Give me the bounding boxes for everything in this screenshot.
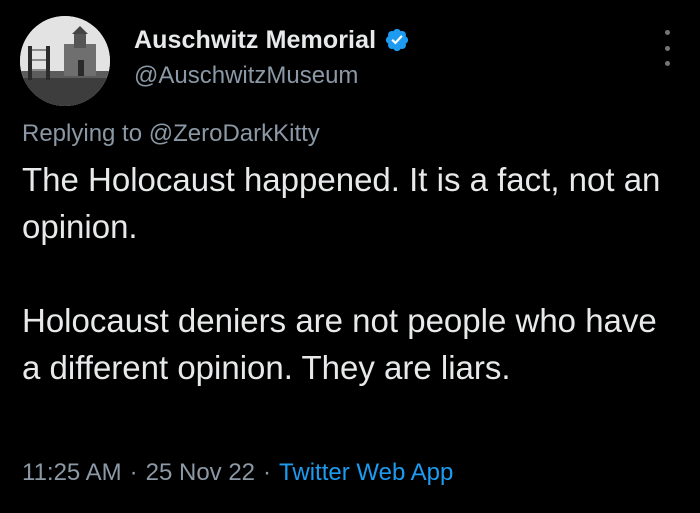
tweet-paragraph: Holocaust deniers are not people who hav… [22,302,657,386]
tweet-text: The Holocaust happened. It is a fact, no… [22,156,682,391]
tweet-paragraph: The Holocaust happened. It is a fact, no… [22,161,661,245]
author-names: Auschwitz Memorial @AuschwitzMuseum [134,22,410,90]
tweet-header: Auschwitz Memorial @AuschwitzMuseum [20,12,680,106]
tweet-time[interactable]: 11:25 AM [22,459,122,486]
avatar-image [20,16,110,106]
tweet-date[interactable]: 25 Nov 22 [146,459,255,486]
tweet-source-link[interactable]: Twitter Web App [279,459,453,486]
display-name-row: Auschwitz Memorial [134,22,410,58]
more-dot [664,45,670,51]
meta-separator: · [263,459,272,486]
replying-to: Replying to @ZeroDarkKitty [22,120,320,148]
verified-badge-icon [386,28,409,52]
avatar[interactable] [20,16,110,106]
author-handle[interactable]: @AuschwitzMuseum [134,62,410,90]
more-dot [664,30,670,35]
reply-to-handle-link[interactable]: @ZeroDarkKitty [149,120,320,147]
meta-separator: · [129,459,138,486]
tweet-meta: 11:25 AM · 25 Nov 22 · Twitter Web App [22,459,453,487]
more-options-icon[interactable] [662,30,672,66]
replying-to-label: Replying to [22,120,149,147]
display-name[interactable]: Auschwitz Memorial [134,26,376,55]
tweet-card: Auschwitz Memorial @AuschwitzMuseum Repl… [0,0,700,513]
more-dot [664,61,670,66]
